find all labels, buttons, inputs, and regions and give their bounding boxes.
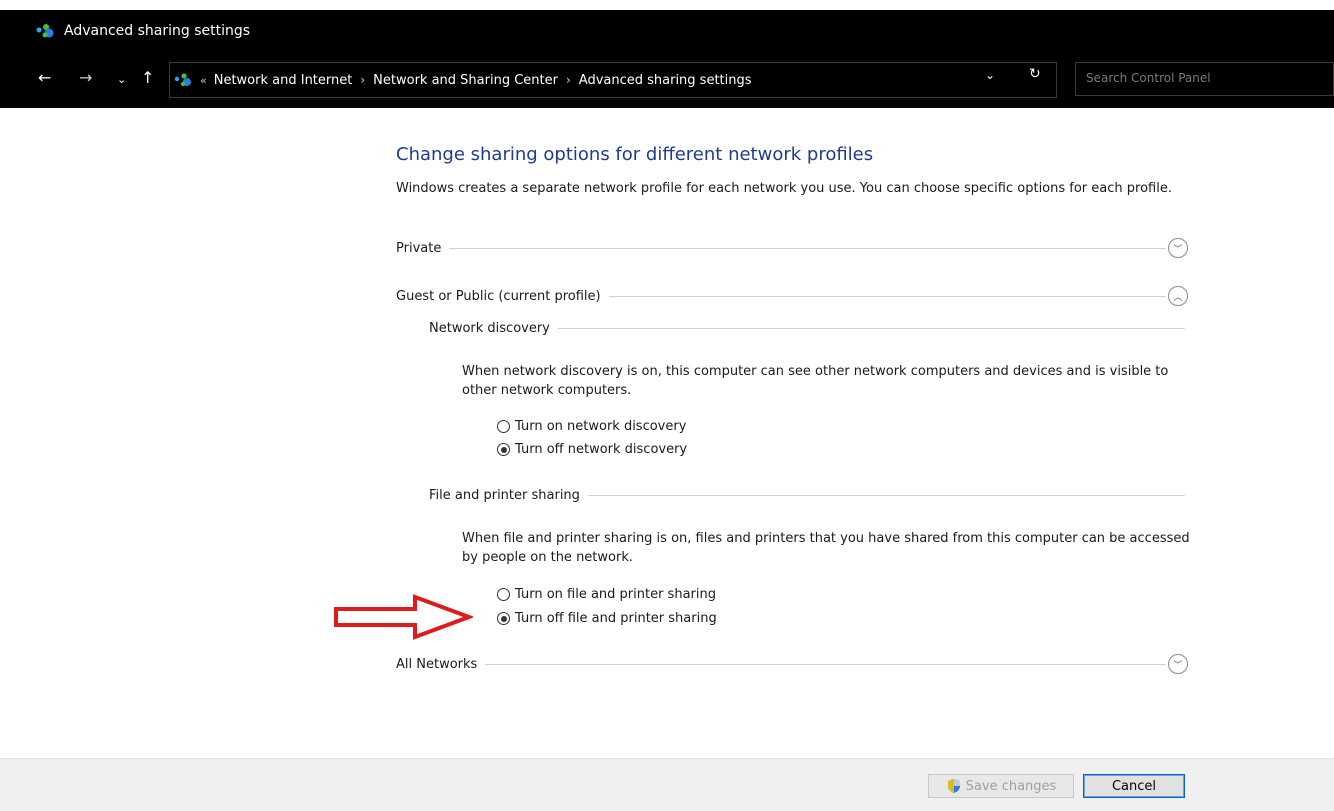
profile-private-header[interactable]: Private ﹀ <box>396 238 1188 258</box>
divider <box>608 295 1166 297</box>
file-printer-sharing-label: File and printer sharing <box>429 488 580 503</box>
divider <box>587 495 1185 496</box>
network-discovery-header: Network discovery <box>429 321 1185 336</box>
divider <box>485 663 1166 665</box>
file-printer-sharing-header: File and printer sharing <box>429 488 1185 503</box>
breadcrumb-separator-icon[interactable]: › <box>566 73 571 87</box>
address-bar[interactable]: « Network and Internet › Network and Sha… <box>169 62 1057 98</box>
network-discovery-description: When network discovery is on, this compu… <box>462 364 1169 398</box>
title-bar: Advanced sharing settings <box>0 10 1334 52</box>
up-button[interactable]: ↑ <box>141 68 154 88</box>
search-input[interactable] <box>1086 71 1316 85</box>
radio-button[interactable] <box>497 588 510 601</box>
divider <box>449 247 1166 249</box>
radio-turn-off-network-discovery[interactable]: Turn off network discovery <box>497 442 687 457</box>
radio-turn-on-network-discovery[interactable]: Turn on network discovery <box>497 419 686 434</box>
file-printer-sharing-description: When file and printer sharing is on, fil… <box>462 531 1190 565</box>
radio-turn-on-file-printer-sharing[interactable]: Turn on file and printer sharing <box>497 587 716 602</box>
breadcrumb-network-and-internet[interactable]: Network and Internet <box>214 73 353 88</box>
cancel-button[interactable]: Cancel <box>1083 774 1185 798</box>
network-icon <box>174 72 196 88</box>
breadcrumb-network-and-sharing-center[interactable]: Network and Sharing Center <box>373 73 558 88</box>
main-content: Change sharing options for different net… <box>0 108 1334 758</box>
profile-all-networks-header[interactable]: All Networks ﹀ <box>396 654 1188 674</box>
radio-label: Turn on file and printer sharing <box>515 587 716 602</box>
recent-locations-button[interactable]: ⌄ <box>117 70 126 90</box>
profile-guest-public-header[interactable]: Guest or Public (current profile) ︿ <box>396 286 1188 306</box>
radio-turn-off-file-printer-sharing[interactable]: Turn off file and printer sharing <box>497 611 717 626</box>
breadcrumb-separator-icon[interactable]: › <box>360 73 365 87</box>
save-changes-button[interactable]: Save changes <box>928 774 1074 798</box>
divider <box>557 328 1185 329</box>
refresh-icon[interactable]: ↻ <box>1029 66 1041 82</box>
red-arrow-annotation-icon <box>334 594 473 640</box>
window-title: Advanced sharing settings <box>64 23 251 39</box>
forward-button[interactable]: → <box>79 68 92 88</box>
chevron-down-icon[interactable]: ﹀ <box>1168 238 1188 258</box>
profile-all-networks-label: All Networks <box>396 656 478 672</box>
profile-private-label: Private <box>396 240 442 256</box>
breadcrumb-overflow-icon[interactable]: « <box>200 74 207 87</box>
chevron-up-icon[interactable]: ︿ <box>1168 286 1188 306</box>
address-dropdown-icon[interactable]: ⌄ <box>985 68 995 82</box>
radio-label: Turn off file and printer sharing <box>515 611 717 626</box>
network-discovery-label: Network discovery <box>429 321 550 336</box>
radio-button-selected[interactable] <box>497 612 510 625</box>
page-title: Change sharing options for different net… <box>396 144 874 165</box>
network-icon <box>36 22 58 40</box>
back-button[interactable]: ← <box>38 68 51 88</box>
uac-shield-icon <box>946 778 962 794</box>
save-changes-label: Save changes <box>965 778 1057 794</box>
radio-label: Turn on network discovery <box>515 419 687 434</box>
breadcrumb-advanced-sharing-settings[interactable]: Advanced sharing settings <box>579 73 752 88</box>
search-box[interactable] <box>1075 62 1334 96</box>
page-intro: Windows creates a separate network profi… <box>396 181 1172 196</box>
radio-button[interactable] <box>497 420 510 433</box>
radio-button-selected[interactable] <box>497 443 510 456</box>
top-strip <box>0 0 1334 10</box>
radio-label: Turn off network discovery <box>515 442 688 457</box>
chevron-down-icon[interactable]: ﹀ <box>1168 654 1188 674</box>
profile-guest-public-label: Guest or Public (current profile) <box>396 288 601 304</box>
